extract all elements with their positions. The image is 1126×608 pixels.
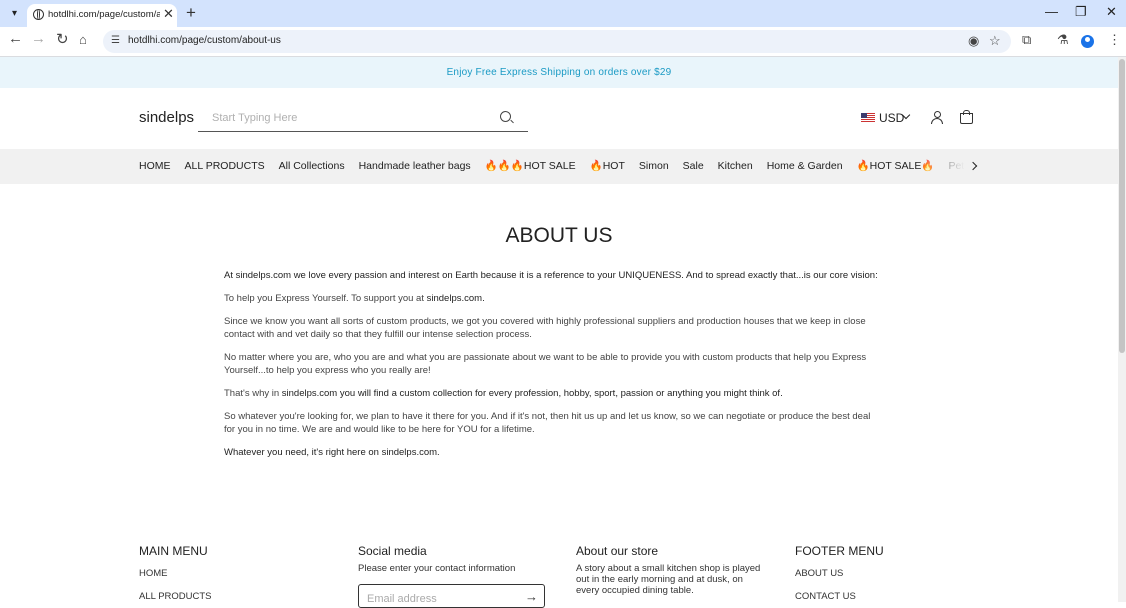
nav-item[interactable]: All Collections xyxy=(279,149,345,184)
search-icon[interactable] xyxy=(500,111,511,122)
footer-heading: About our store xyxy=(576,544,659,558)
cart-icon[interactable] xyxy=(960,110,973,124)
nav-item[interactable]: Kitchen xyxy=(718,149,753,184)
search-input[interactable]: Start Typing Here xyxy=(198,107,528,132)
nav-item[interactable]: 🔥HOT xyxy=(590,149,625,184)
address-bar[interactable]: ☰ hotdlhi.com/page/custom/about-us ◉ ☆ xyxy=(103,30,1011,53)
footer-menu: FOOTER MENU xyxy=(795,544,884,558)
nav-menu: HOME ALL PRODUCTS All Collections Handmade … xyxy=(139,149,975,184)
nav-fade xyxy=(920,149,976,184)
social-description: Please enter your contact information xyxy=(358,563,516,574)
scrollbar-thumb[interactable] xyxy=(1119,59,1125,353)
about-paragraph: That's why in sindelps.com you will find… xyxy=(224,388,783,399)
tab-close-icon[interactable]: ✕ xyxy=(163,6,174,22)
extensions-icon[interactable]: ⧉ xyxy=(1022,32,1031,48)
site-header: sindelps Start Typing Here USD xyxy=(0,88,1118,149)
search-placeholder: Start Typing Here xyxy=(212,112,298,124)
about-paragraph: So whatever you're looking for, we plan … xyxy=(224,411,871,435)
browser-tab[interactable]: hotdlhi.com/page/custom/about-us ✕ xyxy=(27,4,177,27)
main-nav: HOME ALL PRODUCTS All Collections Handmade … xyxy=(0,149,1118,184)
currency-selector[interactable]: USD xyxy=(879,111,904,125)
window-close-icon[interactable]: ✕ xyxy=(1106,4,1117,20)
minimize-icon[interactable]: — xyxy=(1045,4,1058,19)
footer-heading: Social media xyxy=(358,544,427,558)
footer-heading: FOOTER MENU xyxy=(795,544,884,558)
about-paragraph: No matter where you are, who you are and… xyxy=(224,352,867,376)
nav-item[interactable]: Simon xyxy=(639,149,669,184)
email-field[interactable]: Email address → xyxy=(358,584,545,608)
tab-search-button[interactable]: ▾ xyxy=(6,5,23,22)
site-logo[interactable]: sindelps xyxy=(139,109,194,126)
footer-link-about-us[interactable]: ABOUT US xyxy=(795,568,843,579)
nav-item[interactable]: ALL PRODUCTS xyxy=(185,149,265,184)
profile-avatar[interactable] xyxy=(1081,35,1094,48)
back-icon[interactable]: ← xyxy=(8,30,23,47)
footer-social: Social media xyxy=(358,544,427,558)
browser-tab-strip: ▾ hotdlhi.com/page/custom/about-us ✕ + —… xyxy=(0,0,1126,27)
bookmark-star-icon[interactable]: ☆ xyxy=(989,33,1001,49)
footer-link-all-products[interactable]: ALL PRODUCTS xyxy=(139,591,212,602)
nav-item[interactable]: Sale xyxy=(683,149,704,184)
footer-about-store: About our store xyxy=(576,544,658,558)
nav-item[interactable]: Handmade leather bags xyxy=(359,149,471,184)
nav-item[interactable]: 🔥🔥🔥HOT SALE xyxy=(485,149,576,184)
about-paragraph: To help you Express Yourself. To support… xyxy=(224,293,485,304)
tab-title: hotdlhi.com/page/custom/about-us xyxy=(48,9,160,20)
footer-heading: MAIN MENU xyxy=(139,544,208,558)
browser-toolbar: ← → ↻ ⌂ ☰ hotdlhi.com/page/custom/about-… xyxy=(0,27,1126,57)
url-text: hotdlhi.com/page/custom/about-us xyxy=(128,35,281,46)
new-tab-button[interactable]: + xyxy=(186,3,196,23)
email-placeholder: Email address xyxy=(367,593,437,605)
eye-off-icon[interactable]: ◉ xyxy=(968,33,979,49)
reload-icon[interactable]: ↻ xyxy=(56,30,69,48)
labs-icon[interactable]: ⚗ xyxy=(1057,32,1069,48)
about-paragraph: At sindelps.com we love every passion an… xyxy=(224,270,878,281)
home-icon[interactable]: ⌂ xyxy=(79,32,87,47)
site-settings-icon[interactable]: ☰ xyxy=(111,35,120,46)
site-info-icon xyxy=(33,9,44,20)
restore-icon[interactable]: ❐ xyxy=(1075,4,1087,20)
about-content: At sindelps.com we love every passion an… xyxy=(224,269,884,459)
nav-item[interactable]: Home & Garden xyxy=(767,149,843,184)
footer-main-menu: MAIN MENU xyxy=(139,544,208,558)
nav-item[interactable]: HOME xyxy=(139,149,171,184)
footer-link-home[interactable]: HOME xyxy=(139,568,168,579)
footer-link-contact-us[interactable]: CONTACT US xyxy=(795,591,856,602)
about-paragraph: Since we know you want all sorts of cust… xyxy=(224,316,866,340)
announcement-bar: Enjoy Free Express Shipping on orders ov… xyxy=(0,57,1118,88)
us-flag-icon xyxy=(861,113,875,122)
account-icon[interactable] xyxy=(931,111,943,125)
forward-icon[interactable]: → xyxy=(31,30,46,47)
browser-menu-icon[interactable]: ⋮ xyxy=(1108,32,1121,48)
about-paragraph: Whatever you need, it's right here on si… xyxy=(224,447,440,458)
page-scrollbar[interactable] xyxy=(1118,57,1126,602)
page-title: ABOUT US xyxy=(505,224,613,247)
about-store-text: A story about a small kitchen shop is pl… xyxy=(576,563,761,596)
